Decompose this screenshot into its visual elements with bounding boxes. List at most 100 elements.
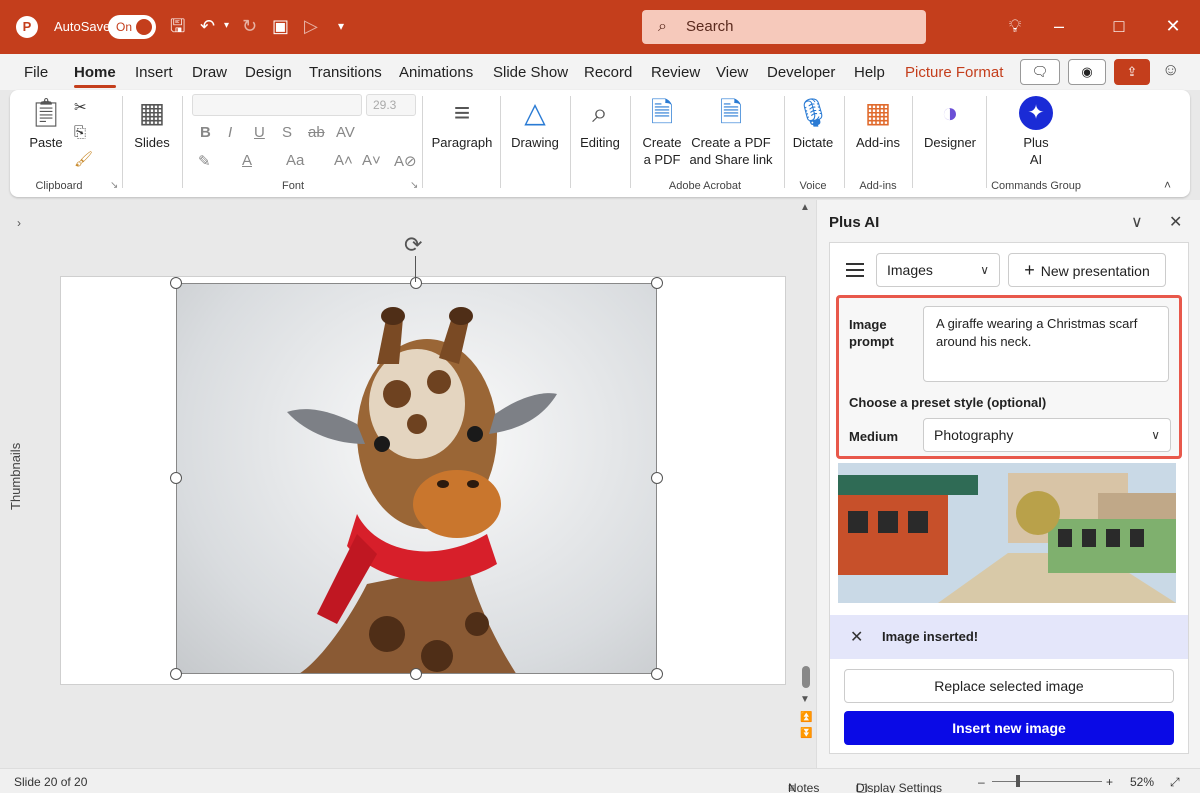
resize-handle-bottom-left[interactable] — [170, 668, 182, 680]
paste-button[interactable]: 📋︎ Paste — [26, 96, 66, 151]
scroll-up-icon[interactable]: ▲ — [800, 202, 810, 213]
resize-handle-top-right[interactable] — [651, 277, 663, 289]
character-spacing-icon[interactable]: AV — [336, 124, 355, 141]
grow-font-icon[interactable]: A˄ — [334, 152, 353, 169]
zoom-slider[interactable] — [992, 781, 1102, 782]
tab-home[interactable]: Home — [74, 64, 116, 88]
coauthor-icon[interactable]: ☺ — [1162, 60, 1179, 80]
strikethrough-icon[interactable]: ab — [308, 124, 325, 141]
search-box[interactable]: ⌕ Search — [642, 10, 926, 44]
share-pdf-button[interactable]: 🗎︎ Create a PDF and Share link — [686, 96, 776, 168]
present-icon[interactable]: ▣ — [272, 14, 289, 38]
next-slide-icon[interactable]: ⏬ — [800, 728, 812, 739]
undo-dropdown-icon[interactable]: ▾ — [224, 14, 229, 38]
copy-icon[interactable]: ⎘ — [74, 124, 86, 141]
collapse-ribbon-icon[interactable]: ˄ — [1164, 178, 1171, 192]
medium-select[interactable]: Photography ∨ — [923, 418, 1171, 452]
tab-file[interactable]: File — [24, 64, 48, 81]
paragraph-button[interactable]: ≡ Paragraph — [430, 96, 494, 151]
slideshow-icon[interactable]: ▷ — [304, 14, 318, 38]
resize-handle-left[interactable] — [170, 472, 182, 484]
tab-slide-show[interactable]: Slide Show — [493, 64, 568, 81]
tab-transitions[interactable]: Transitions — [309, 64, 382, 81]
italic-icon[interactable]: I — [228, 124, 232, 141]
resize-handle-bottom[interactable] — [410, 668, 422, 680]
drawing-button[interactable]: △ Drawing — [506, 96, 564, 151]
zoom-out-button[interactable]: – — [978, 775, 985, 789]
tab-review[interactable]: Review — [651, 64, 700, 81]
editing-button[interactable]: ⌕ Editing — [576, 96, 624, 151]
font-color-icon[interactable]: A — [242, 152, 252, 169]
underline-icon[interactable]: U — [254, 124, 265, 141]
resize-handle-bottom-right[interactable] — [651, 668, 663, 680]
redo-icon[interactable]: ↻ — [242, 14, 257, 38]
record-button[interactable]: ◉ — [1068, 59, 1106, 85]
previous-slide-icon[interactable]: ⏫ — [800, 712, 812, 723]
dismiss-toast-icon[interactable]: ✕ — [850, 627, 863, 647]
tab-draw[interactable]: Draw — [192, 64, 227, 81]
drawing-label: Drawing — [511, 135, 559, 150]
vertical-scrollbar[interactable]: ▲ ▼ ⏫ ⏬ — [798, 200, 814, 748]
tab-picture-format[interactable]: Picture Format — [905, 64, 1003, 81]
insert-image-button[interactable]: Insert new image — [844, 711, 1174, 745]
plus-ai-button[interactable]: ✦ Plus AI — [1016, 96, 1056, 168]
resize-handle-top-left[interactable] — [170, 277, 182, 289]
zoom-in-button[interactable]: + — [1106, 775, 1113, 789]
pane-close-icon[interactable]: ✕ — [1169, 212, 1182, 232]
shadow-icon[interactable]: S — [282, 124, 292, 141]
font-launcher-icon[interactable]: ↘ — [410, 180, 418, 191]
tab-record[interactable]: Record — [584, 64, 632, 81]
fit-slide-icon[interactable]: ⤢ — [1170, 775, 1180, 790]
replace-image-button[interactable]: Replace selected image — [844, 669, 1174, 703]
rotate-handle-icon[interactable]: ⟳ — [404, 232, 422, 258]
resize-handle-top[interactable] — [410, 277, 422, 289]
minimize-button[interactable]: – — [1044, 14, 1074, 38]
zoom-slider-thumb[interactable] — [1016, 775, 1020, 787]
voice-group-label: Voice — [799, 180, 827, 192]
new-presentation-button[interactable]: + New presentation — [1008, 253, 1166, 287]
change-case-icon[interactable]: Aa — [286, 152, 304, 169]
cut-icon[interactable]: ✂ — [74, 98, 87, 116]
create-pdf-button[interactable]: 🗎︎ Create a PDF — [638, 96, 686, 168]
close-window-button[interactable]: ✕ — [1158, 14, 1188, 38]
bold-icon[interactable]: B — [200, 124, 211, 141]
resize-handle-right[interactable] — [651, 472, 663, 484]
expand-thumbnails-icon[interactable]: › — [17, 216, 21, 230]
tab-view[interactable]: View — [716, 64, 748, 81]
tab-help[interactable]: Help — [854, 64, 885, 81]
share-button[interactable]: ⇪ — [1114, 59, 1150, 85]
clear-formatting-icon[interactable]: A⊘ — [394, 152, 417, 170]
shrink-font-icon[interactable]: A˅ — [362, 152, 381, 169]
menu-icon[interactable] — [846, 263, 864, 277]
font-size-select[interactable]: 29.3 — [366, 94, 416, 116]
designer-button[interactable]: ◑ Designer — [918, 96, 982, 151]
giraffe-picture[interactable] — [176, 283, 657, 674]
undo-icon[interactable]: ↶ — [200, 14, 215, 38]
tab-insert[interactable]: Insert — [135, 64, 173, 81]
thumbnails-label[interactable]: Thumbnails — [8, 443, 23, 510]
autosave-toggle[interactable]: On — [108, 15, 156, 39]
pane-options-icon[interactable]: ∨ — [1131, 212, 1143, 232]
format-painter-icon[interactable]: 🖌︎ — [74, 150, 93, 168]
zoom-level[interactable]: 52% — [1130, 775, 1154, 789]
addins-button[interactable]: ▦ Add-ins — [850, 96, 906, 151]
maximize-button[interactable]: □ — [1104, 14, 1134, 38]
title-bar: P AutoSave On 🖫 ↶ ▾ ↻ ▣ ▷ ▾ ⌕ Search 💡︎ … — [0, 0, 1200, 54]
tab-design[interactable]: Design — [245, 64, 292, 81]
save-icon[interactable]: 🖫 — [170, 14, 185, 38]
clipboard-launcher-icon[interactable]: ↘ — [110, 180, 118, 191]
scroll-down-icon[interactable]: ▼ — [800, 694, 810, 705]
image-prompt-input[interactable]: A giraffe wearing a Christmas scarf arou… — [923, 306, 1169, 382]
lightbulb-icon[interactable]: 💡︎ — [1000, 14, 1030, 38]
highlight-icon[interactable]: ✎ — [198, 152, 211, 170]
comments-button[interactable]: 🗨︎ — [1020, 59, 1060, 85]
tab-animations[interactable]: Animations — [399, 64, 473, 81]
dictate-button[interactable]: 🎙︎ Dictate — [788, 96, 838, 151]
mode-select[interactable]: Images ∨ — [876, 253, 1000, 287]
tab-developer[interactable]: Developer — [767, 64, 835, 81]
slides-button[interactable]: ▦ Slides — [130, 96, 174, 151]
font-name-select[interactable] — [192, 94, 362, 116]
scrollbar-thumb[interactable] — [802, 666, 810, 688]
customize-toolbar-icon[interactable]: ▾ — [338, 14, 344, 38]
pdf-icon: 🗎︎ — [650, 97, 674, 128]
